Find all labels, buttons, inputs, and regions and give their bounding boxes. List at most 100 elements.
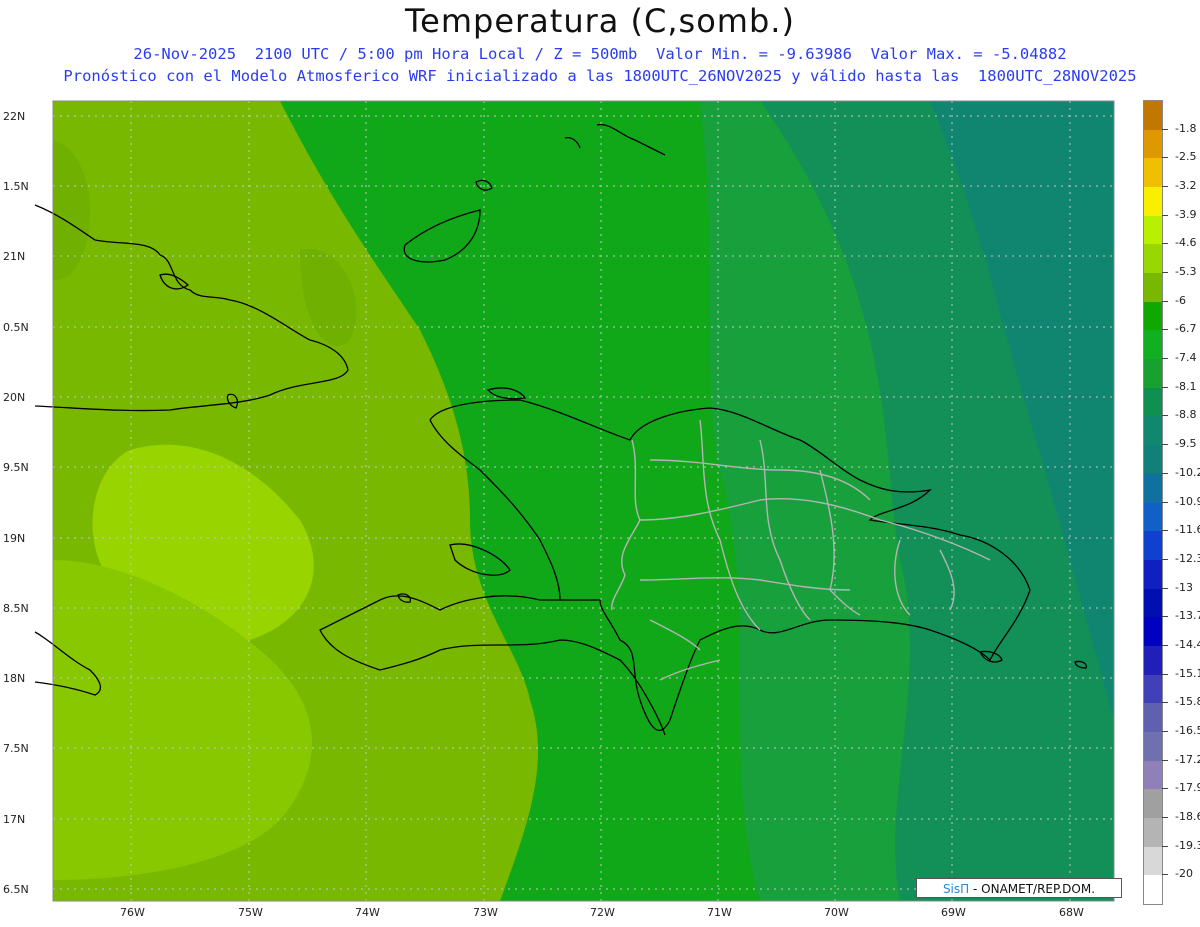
lat-label: 20N <box>3 391 25 404</box>
legend-label: -5.3 <box>1175 265 1197 279</box>
legend-label: -15.8 <box>1175 695 1200 709</box>
legend-swatch <box>1144 588 1162 618</box>
legend-swatch <box>1144 731 1162 762</box>
lon-label: 76W <box>120 906 145 919</box>
legend-tick <box>1162 386 1168 388</box>
legend-label: -17.9 <box>1175 781 1200 795</box>
lon-label: 69W <box>941 906 966 919</box>
legend-label: -11.6 <box>1175 523 1200 537</box>
legend-tick <box>1162 243 1168 245</box>
legend-tick <box>1162 644 1168 646</box>
legend-label: -9.5 <box>1175 437 1197 451</box>
legend-label: -18.6 <box>1175 809 1200 823</box>
lon-label: 75W <box>238 906 263 919</box>
color-legend <box>1143 100 1163 905</box>
legend-tick <box>1162 415 1168 417</box>
legend-label: -6 <box>1175 293 1186 307</box>
legend-swatch <box>1144 531 1162 561</box>
legend-swatch <box>1144 187 1162 217</box>
legend-label: -8.1 <box>1175 379 1197 393</box>
legend-tick <box>1162 673 1168 675</box>
lat-label: 8.5N <box>3 602 29 615</box>
lat-label: 19N <box>3 532 25 545</box>
legend-tick <box>1162 788 1168 790</box>
legend-label: -8.8 <box>1175 408 1197 422</box>
legend-label: -14.4 <box>1175 637 1200 651</box>
legend-label: -10.9 <box>1175 494 1200 508</box>
lon-label: 74W <box>355 906 380 919</box>
legend-label: -10.2 <box>1175 465 1200 479</box>
legend-tick <box>1162 272 1168 274</box>
brand-label: SisΠ <box>942 882 970 896</box>
legend-tick <box>1162 874 1168 876</box>
legend-tick <box>1162 501 1168 503</box>
credit-box: SisΠ - ONAMET/REP.DOM. <box>916 878 1122 898</box>
lon-labels: 76W 75W 74W 73W 72W 71W 70W 69W 68W <box>120 906 1084 919</box>
legend-swatch <box>1144 502 1162 532</box>
lat-label: 18N <box>3 672 25 685</box>
lat-label: 22N <box>3 110 25 123</box>
legend-swatch <box>1144 703 1162 733</box>
legend-label: -2.5 <box>1175 150 1197 164</box>
lat-label: 1.5N <box>3 180 29 193</box>
legend-swatch <box>1144 559 1162 590</box>
legend-label: -17.2 <box>1175 752 1200 766</box>
lon-label: 73W <box>473 906 498 919</box>
legend-swatch <box>1144 244 1162 274</box>
legend-swatch <box>1144 473 1162 503</box>
legend-tick <box>1162 472 1168 474</box>
lat-label: 17N <box>3 813 25 826</box>
legend-swatch <box>1144 789 1162 819</box>
legend-swatch <box>1144 301 1162 331</box>
legend-swatch <box>1144 416 1162 446</box>
legend-swatch <box>1144 875 1162 905</box>
legend-swatch <box>1144 674 1162 704</box>
legend-tick <box>1162 845 1168 847</box>
lat-label: 7.5N <box>3 742 29 755</box>
legend-swatch <box>1144 359 1162 389</box>
legend-swatch <box>1144 817 1162 848</box>
legend-tick <box>1162 702 1168 704</box>
legend-swatch <box>1144 158 1162 188</box>
legend-tick <box>1162 587 1168 589</box>
legend-swatch <box>1144 215 1162 245</box>
legend-swatch <box>1144 445 1162 475</box>
legend-tick <box>1162 214 1168 216</box>
legend-label: -13.7 <box>1175 609 1200 623</box>
lon-label: 68W <box>1059 906 1084 919</box>
legend-swatch <box>1144 387 1162 417</box>
legend-swatch <box>1144 101 1162 131</box>
legend-label: -7.4 <box>1175 351 1197 365</box>
legend-tick <box>1162 157 1168 159</box>
legend-tick <box>1162 444 1168 446</box>
legend-tick <box>1162 128 1168 130</box>
legend-label: -12.3 <box>1175 551 1200 565</box>
legend-label: -4.6 <box>1175 236 1197 250</box>
legend-swatch <box>1144 129 1162 159</box>
lat-label: 0.5N <box>3 321 29 334</box>
lon-label: 71W <box>707 906 732 919</box>
legend-label: -15.1 <box>1175 666 1200 680</box>
legend-tick <box>1162 300 1168 302</box>
credit-text: - ONAMET/REP.DOM. <box>973 882 1096 896</box>
legend-tick <box>1162 358 1168 360</box>
lat-label: 21N <box>3 250 25 263</box>
legend-swatch <box>1144 846 1162 876</box>
lat-labels: 22N 1.5N 21N 0.5N 20N 9.5N 19N 8.5N 18N … <box>3 110 29 896</box>
legend-label: -13 <box>1175 580 1193 594</box>
legend-label: -3.2 <box>1175 179 1197 193</box>
legend-tick <box>1162 759 1168 761</box>
legend-swatch <box>1144 617 1162 647</box>
temperature-map: 22N 1.5N 21N 0.5N 20N 9.5N 19N 8.5N 18N … <box>3 100 1115 919</box>
lat-label: 6.5N <box>3 883 29 896</box>
legend-label: -6.7 <box>1175 322 1197 336</box>
lon-label: 70W <box>824 906 849 919</box>
shaded-field <box>53 101 1114 901</box>
legend-swatch <box>1144 645 1162 676</box>
legend-swatch <box>1144 760 1162 790</box>
legend-label: -3.9 <box>1175 207 1197 221</box>
legend-tick <box>1162 186 1168 188</box>
legend-tick <box>1162 730 1168 732</box>
legend-label: -1.8 <box>1175 121 1197 135</box>
legend-tick <box>1162 329 1168 331</box>
